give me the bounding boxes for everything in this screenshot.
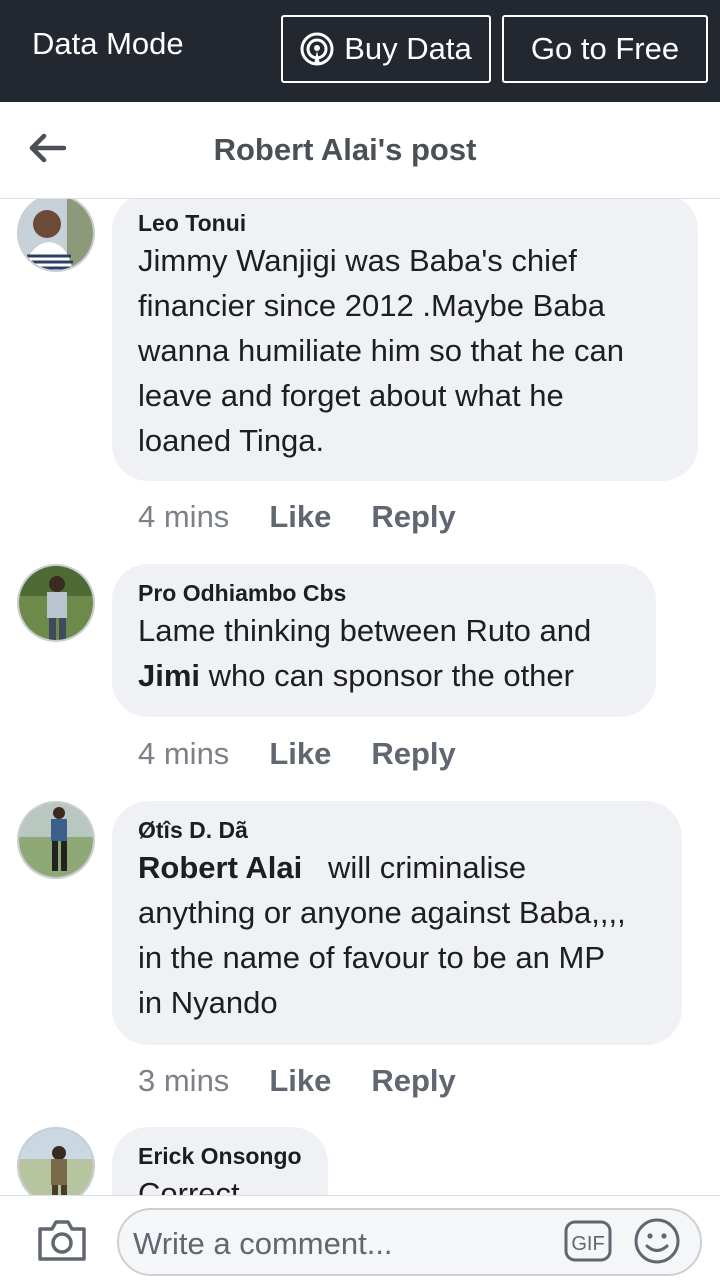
data-mode-bar: Data Mode Buy Data Go to Free bbox=[0, 0, 720, 102]
like-button[interactable]: Like bbox=[269, 1063, 331, 1099]
camera-icon[interactable] bbox=[36, 1217, 88, 1263]
comment-placeholder: Write a comment... bbox=[133, 1226, 393, 1261]
avatar[interactable] bbox=[17, 564, 95, 642]
smiley-icon[interactable] bbox=[633, 1217, 681, 1265]
comment-text: Lame thinking between Ruto and Jimi who … bbox=[138, 613, 592, 693]
broadcast-icon bbox=[300, 32, 334, 66]
svg-text:GIF: GIF bbox=[571, 1233, 604, 1255]
comment-author[interactable]: Øtîs D. Dã bbox=[138, 815, 656, 845]
reply-button[interactable]: Reply bbox=[371, 1063, 455, 1099]
comment-text: Correct bbox=[138, 1176, 240, 1195]
like-button[interactable]: Like bbox=[269, 499, 331, 535]
comment-bubble: Øtîs D. Dã Robert Alai will criminalise … bbox=[112, 801, 682, 1045]
page-title: Robert Alai's post bbox=[213, 132, 477, 167]
comment-actions: 3 mins Like Reply bbox=[138, 1063, 456, 1099]
gif-icon[interactable]: GIF bbox=[564, 1220, 612, 1262]
reply-button[interactable]: Reply bbox=[371, 736, 455, 772]
comment-time: 4 mins bbox=[138, 499, 230, 534]
post-header: Robert Alai's post bbox=[0, 102, 720, 199]
data-mode-label: Data Mode bbox=[32, 26, 184, 61]
comment-bubble: Pro Odhiambo Cbs Lame thinking between R… bbox=[112, 564, 656, 717]
buy-data-button[interactable]: Buy Data bbox=[281, 15, 491, 83]
comment-author[interactable]: Erick Onsongo bbox=[138, 1141, 302, 1171]
mention-link[interactable]: Robert Alai bbox=[138, 850, 302, 885]
comment-text: Jimmy Wanjigi was Baba's chief financier… bbox=[138, 243, 624, 458]
comment-author[interactable]: Leo Tonui bbox=[138, 208, 672, 238]
avatar[interactable] bbox=[17, 801, 95, 879]
comment-time: 3 mins bbox=[138, 1063, 230, 1098]
buy-data-label: Buy Data bbox=[344, 31, 472, 66]
comment-bubble: Erick Onsongo Correct bbox=[112, 1127, 328, 1195]
comment-author[interactable]: Pro Odhiambo Cbs bbox=[138, 578, 630, 608]
comment-time: 4 mins bbox=[138, 736, 230, 771]
like-button[interactable]: Like bbox=[269, 736, 331, 772]
mention-link[interactable]: Jimi bbox=[138, 658, 200, 693]
comments-list: Leo Tonui Jimmy Wanjigi was Baba's chief… bbox=[0, 199, 720, 1195]
comment-composer: Write a comment... GIF bbox=[0, 1195, 720, 1283]
go-to-free-label: Go to Free bbox=[530, 31, 680, 66]
avatar[interactable] bbox=[17, 1127, 95, 1195]
comment-actions: 4 mins Like Reply bbox=[138, 499, 456, 535]
comment-actions: 4 mins Like Reply bbox=[138, 736, 456, 772]
comment-input[interactable]: Write a comment... GIF bbox=[117, 1208, 702, 1276]
comment-bubble: Leo Tonui Jimmy Wanjigi was Baba's chief… bbox=[112, 199, 698, 481]
comment-text: Robert Alai will criminalise anything or… bbox=[138, 850, 626, 1020]
reply-button[interactable]: Reply bbox=[371, 499, 455, 535]
avatar[interactable] bbox=[17, 199, 95, 272]
go-to-free-button[interactable]: Go to Free bbox=[502, 15, 708, 83]
